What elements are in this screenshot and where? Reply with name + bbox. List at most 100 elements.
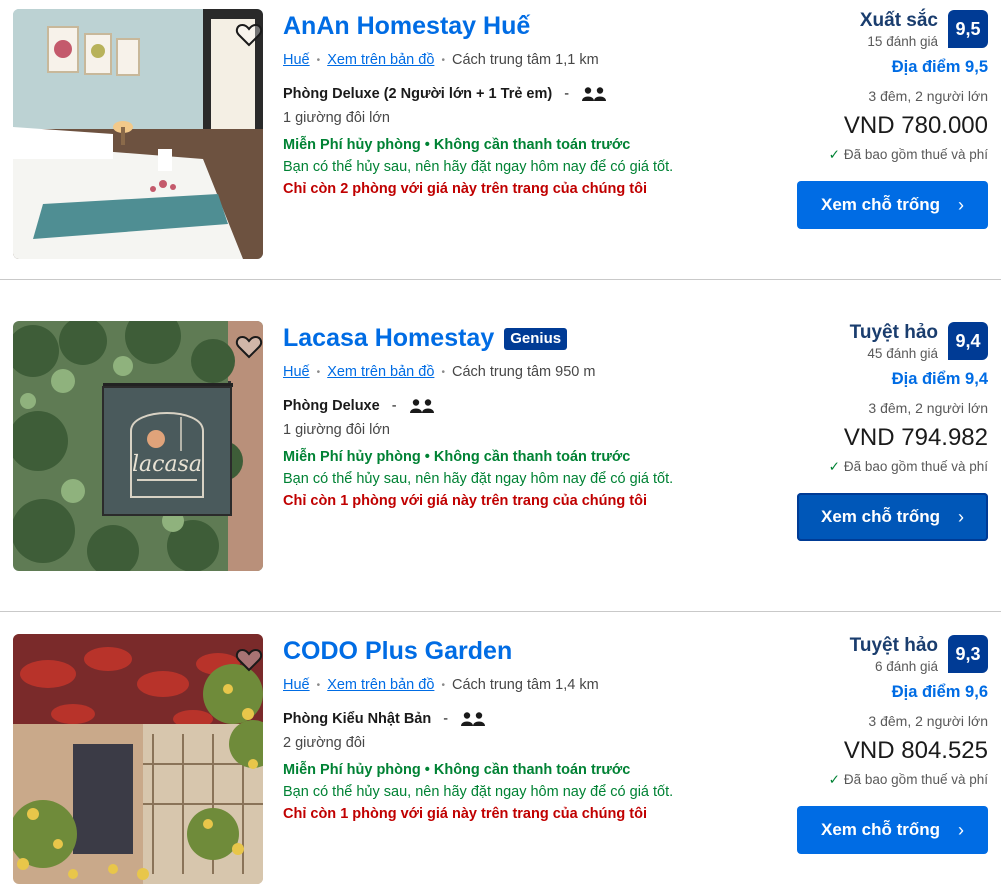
free-cancellation: Miễn Phí hủy phòng • Không cần thanh toá… (283, 449, 631, 465)
cta-label: Xem chỗ trống (820, 820, 940, 839)
review-count: 45 đánh giá (867, 346, 938, 361)
property-title-link[interactable]: Lacasa Homestay (283, 324, 494, 353)
save-favorite-button[interactable] (233, 19, 263, 51)
review-score-badge[interactable]: 9,5 (948, 10, 988, 48)
separator-dot: • (316, 679, 321, 691)
rating-word: Tuyệt hảo (849, 635, 938, 656)
room-type: Phòng Kiểu Nhật Bản (283, 711, 432, 727)
heart-icon (235, 648, 263, 672)
two-guests-icon (461, 712, 486, 726)
taxes-text: Đã bao gồm thuế và phí (843, 147, 988, 162)
show-on-map-link[interactable]: Xem trên bản đồ (327, 677, 434, 693)
bed-info: 1 giường đôi lớn (283, 110, 390, 126)
scarcity-message: Chỉ còn 1 phòng với giá này trên trang c… (283, 493, 647, 509)
price: VND 794.982 (843, 424, 988, 451)
property-card: CODO Plus Garden Huế • Xem trên bản đồ •… (0, 625, 1001, 893)
check-icon: ✓ (828, 772, 840, 787)
see-availability-button[interactable]: Xem chỗ trống › (797, 493, 988, 541)
chevron-right-icon: › (958, 194, 964, 215)
sign-logo-text: lacasa (132, 452, 202, 477)
price-panel: Tuyệt hảo 45 đánh giá 9,4 Địa điểm 9,4 3… (788, 320, 988, 550)
property-card: lacasa Lacasa Homestay Genius Huế • Xem … (0, 312, 1001, 580)
property-photo[interactable]: lacasa (13, 321, 263, 571)
room-row: Phòng Deluxe (2 Người lớn + 1 Trẻ em) - (283, 86, 607, 102)
property-photo[interactable] (13, 9, 263, 259)
stay-info: 3 đêm, 2 người lớn (868, 88, 988, 104)
distance-text: Cách trung tâm 950 m (451, 364, 596, 380)
show-on-map-link[interactable]: Xem trên bản đồ (327, 52, 434, 68)
separator-dot: • (441, 366, 445, 378)
two-guests-icon (582, 87, 607, 101)
chevron-right-icon: › (958, 506, 964, 527)
homestay-sign-photo: lacasa (13, 321, 263, 571)
room-type: Phòng Deluxe (2 Người lớn + 1 Trẻ em) (283, 86, 553, 102)
separator-dot: • (316, 54, 321, 66)
bedroom-photo (13, 9, 263, 259)
free-cancellation: Miễn Phí hủy phòng • Không cần thanh toá… (283, 137, 631, 153)
room-type: Phòng Deluxe (283, 398, 380, 414)
review-score-badge[interactable]: 9,4 (948, 322, 988, 360)
bed-info: 1 giường đôi lớn (283, 422, 390, 438)
rating-word: Xuất sắc (859, 10, 938, 31)
bed-info: 2 giường đôi (283, 735, 366, 751)
heart-icon (235, 23, 263, 47)
price-panel: Tuyệt hảo 6 đánh giá 9,3 Địa điểm 9,6 3 … (788, 633, 988, 863)
two-guests-icon (409, 399, 434, 413)
price: VND 804.525 (843, 737, 988, 764)
check-icon: ✓ (828, 147, 840, 162)
show-on-map-link[interactable]: Xem trên bản đồ (327, 364, 434, 380)
title-row: CODO Plus Garden (283, 637, 512, 666)
chevron-right-icon: › (958, 819, 964, 840)
property-photo[interactable] (13, 634, 263, 884)
taxes-text: Đã bao gồm thuế và phí (843, 772, 988, 787)
separator-dot: • (441, 54, 445, 66)
genius-badge: Genius (504, 327, 568, 350)
property-title-link[interactable]: AnAn Homestay Huế (283, 12, 530, 41)
scarcity-message: Chỉ còn 2 phòng với giá này trên trang c… (283, 181, 647, 197)
price-panel: Xuất sắc 15 đánh giá 9,5 Địa điểm 9,5 3 … (788, 8, 988, 238)
cancellation-note: Bạn có thể hủy sau, nên hãy đặt ngay hôm… (283, 471, 674, 487)
save-favorite-button[interactable] (233, 331, 263, 363)
review-count: 6 đánh giá (874, 659, 938, 674)
stay-info: 3 đêm, 2 người lớn (868, 400, 988, 416)
separator-dot: • (316, 366, 321, 378)
separator-dash: - (443, 711, 449, 727)
property-card: AnAn Homestay Huế Huế • Xem trên bản đồ … (0, 0, 1001, 268)
heart-icon (235, 335, 263, 359)
location-row: Huế • Xem trên bản đồ • Cách trung tâm 1… (283, 52, 599, 68)
room-row: Phòng Kiểu Nhật Bản - (283, 711, 486, 727)
stay-info: 3 đêm, 2 người lớn (868, 713, 988, 729)
location-score: Địa điểm 9,4 (891, 370, 988, 388)
distance-text: Cách trung tâm 1,4 km (451, 677, 599, 693)
cancellation-note: Bạn có thể hủy sau, nên hãy đặt ngay hôm… (283, 784, 674, 800)
location-score: Địa điểm 9,6 (891, 683, 988, 701)
location-score: Địa điểm 9,5 (891, 58, 988, 76)
divider (0, 611, 1001, 612)
taxes-included: ✓ Đã bao gồm thuế và phí (829, 147, 988, 163)
check-icon: ✓ (828, 459, 840, 474)
property-title-link[interactable]: CODO Plus Garden (283, 637, 512, 666)
divider (0, 279, 1001, 280)
location-row: Huế • Xem trên bản đồ • Cách trung tâm 9… (283, 364, 595, 380)
review-score-badge[interactable]: 9,3 (948, 635, 988, 673)
cta-label: Xem chỗ trống (820, 195, 940, 214)
free-cancellation: Miễn Phí hủy phòng • Không cần thanh toá… (283, 762, 631, 778)
city-link[interactable]: Huế (283, 677, 310, 693)
scarcity-message: Chỉ còn 1 phòng với giá này trên trang c… (283, 806, 647, 822)
separator-dash: - (564, 86, 570, 102)
title-row: AnAn Homestay Huế (283, 12, 530, 41)
taxes-included: ✓ Đã bao gồm thuế và phí (829, 459, 988, 475)
cancellation-note: Bạn có thể hủy sau, nên hãy đặt ngay hôm… (283, 159, 674, 175)
taxes-text: Đã bao gồm thuế và phí (843, 459, 988, 474)
separator-dash: - (391, 398, 397, 414)
city-link[interactable]: Huế (283, 364, 310, 380)
rating-word: Tuyệt hảo (849, 322, 938, 343)
separator-dot: • (441, 679, 445, 691)
room-row: Phòng Deluxe - (283, 398, 435, 414)
see-availability-button[interactable]: Xem chỗ trống › (797, 181, 988, 229)
price: VND 780.000 (843, 112, 988, 139)
distance-text: Cách trung tâm 1,1 km (451, 52, 599, 68)
see-availability-button[interactable]: Xem chỗ trống › (797, 806, 988, 854)
save-favorite-button[interactable] (233, 644, 263, 676)
city-link[interactable]: Huế (283, 52, 310, 68)
